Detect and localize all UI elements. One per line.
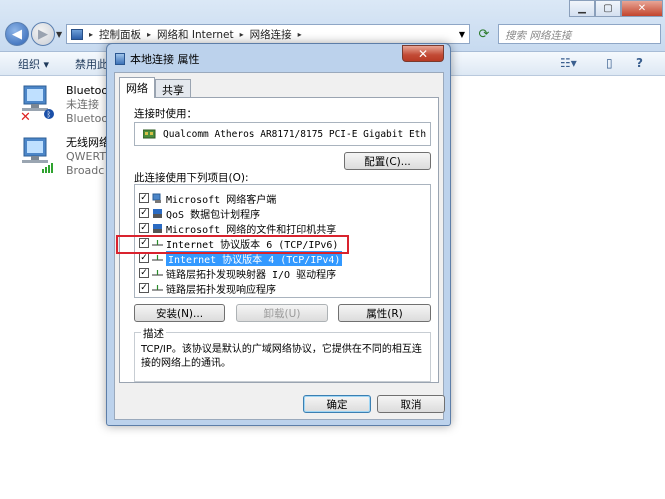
qos-icon <box>152 208 163 219</box>
checkbox[interactable]: ✓ <box>139 283 149 293</box>
connection-text: 无线网络 QWERT Broadc <box>66 136 110 178</box>
window-controls: ▁ ▢ ✕ <box>569 0 663 17</box>
checkbox[interactable]: ✓ <box>139 223 149 233</box>
protocol-icon <box>152 283 163 294</box>
connection-name: Bluetoo <box>66 84 109 97</box>
wireless-adapter-icon <box>22 137 53 173</box>
network-connection-icon <box>115 53 125 65</box>
chevron-right-icon: ▸ <box>297 29 302 39</box>
connection-text: Bluetoo 未连接 Bluetoo <box>66 84 108 126</box>
close-icon: ✕ <box>637 3 647 14</box>
close-window-button[interactable]: ✕ <box>621 0 663 17</box>
tab-sharing[interactable]: 共享 <box>155 79 191 97</box>
item-label: Microsoft 网络的文件和打印机共享 <box>166 224 337 236</box>
close-icon: ✕ <box>417 46 429 61</box>
item-label: Microsoft 网络客户端 <box>166 194 277 206</box>
connection-status: 未连接 <box>66 98 99 111</box>
item-label: 链路层拓扑发现响应程序 <box>166 284 276 296</box>
list-item[interactable]: ✓ Microsoft 网络客户端 <box>139 191 277 206</box>
chevron-right-icon: ▸ <box>147 29 152 39</box>
minimize-button[interactable]: ▁ <box>569 0 595 17</box>
items-label: 此连接使用下列项目(O): <box>134 172 249 184</box>
checkbox[interactable]: ✓ <box>139 208 149 218</box>
properties-button[interactable]: 属性(R) <box>338 304 431 322</box>
nic-icon <box>143 129 156 139</box>
view-options-icon[interactable]: ☷▾ <box>560 56 577 70</box>
help-icon[interactable]: ? <box>636 56 643 70</box>
arrow-right-icon: ▶ <box>38 26 48 42</box>
maximize-button[interactable]: ▢ <box>595 0 621 17</box>
item-label: QoS 数据包计划程序 <box>166 209 261 221</box>
cancel-button[interactable]: 取消 <box>377 395 445 413</box>
tab-networking[interactable]: 网络 <box>119 77 155 98</box>
network-client-icon <box>152 193 163 204</box>
svg-text:ᛒ: ᛒ <box>47 110 52 119</box>
list-item[interactable]: ✓ QoS 数据包计划程序 <box>139 206 261 221</box>
preview-pane-icon[interactable]: ▯ <box>606 56 613 70</box>
checkbox[interactable]: ✓ <box>139 253 149 263</box>
history-dropdown-icon[interactable]: ▼ <box>56 30 62 39</box>
connection-detail: Broadc <box>66 164 105 177</box>
breadcrumb-control-panel[interactable]: 控制面板 <box>99 27 141 42</box>
highlight-annotation <box>116 235 349 254</box>
protocol-icon <box>152 253 163 264</box>
refresh-icon: ⟳ <box>478 26 490 42</box>
item-label: 链路层拓扑发现映射器 I/O 驱动程序 <box>166 269 337 281</box>
connection-detail: Bluetoo <box>66 112 109 125</box>
refresh-button[interactable]: ⟳ <box>474 24 494 44</box>
protocol-icon <box>152 268 163 279</box>
organize-menu[interactable]: 组织 ▾ <box>18 56 49 72</box>
control-panel-icon <box>71 28 83 40</box>
configure-button[interactable]: 配置(C)... <box>344 152 431 170</box>
install-button[interactable]: 安装(N)... <box>134 304 225 322</box>
chevron-right-icon: ▸ <box>239 29 244 39</box>
chevron-right-icon: ▸ <box>89 29 94 39</box>
adapter-name-box: Qualcomm Atheros AR8171/8175 PCI-E Gigab… <box>134 122 431 146</box>
uninstall-button[interactable]: 卸载(U) <box>236 304 328 322</box>
adapter-name: Qualcomm Atheros AR8171/8175 PCI-E Gigab… <box>163 128 427 140</box>
ok-button[interactable]: 确定 <box>303 395 371 413</box>
dialog-title: 本地连接 属性 <box>130 53 200 66</box>
file-share-icon <box>152 223 163 234</box>
checkbox[interactable]: ✓ <box>139 268 149 278</box>
minimize-icon: ▁ <box>578 3 586 14</box>
connection-item-wireless[interactable]: 无线网络 QWERT Broadc <box>18 136 118 180</box>
search-input[interactable]: 搜索 网络连接 <box>498 24 661 44</box>
description-text: TCP/IP。该协议是默认的广域网络协议，它提供在不同的相互连接的网络上的通讯。 <box>141 344 422 369</box>
connection-status: QWERT <box>66 150 107 163</box>
tab-strip: 网络 共享 <box>119 77 191 98</box>
maximize-icon: ▢ <box>603 3 613 14</box>
svg-text:✕: ✕ <box>20 110 31 122</box>
back-button[interactable]: ◀ <box>5 22 29 46</box>
list-item[interactable]: ✓ 链路层拓扑发现映射器 I/O 驱动程序 <box>139 266 337 281</box>
forward-button[interactable]: ▶ <box>31 22 55 46</box>
address-dropdown-icon[interactable]: ▼ <box>454 24 470 44</box>
organize-label: 组织 <box>18 58 40 71</box>
arrow-left-icon: ◀ <box>12 26 22 42</box>
connection-item-bluetooth[interactable]: ✕ ᛒ Bluetoo 未连接 Bluetoo <box>18 84 118 128</box>
address-bar[interactable]: ▸ 控制面板 ▸ 网络和 Internet ▸ 网络连接 ▸ <box>66 24 470 44</box>
connection-name: 无线网络 <box>66 136 110 149</box>
breadcrumb-network-connections[interactable]: 网络连接 <box>250 27 292 42</box>
connect-using-label: 连接时使用： <box>134 108 197 120</box>
list-item[interactable]: ✓ Microsoft 网络的文件和打印机共享 <box>139 221 337 236</box>
description-group: 描述 TCP/IP。该协议是默认的广域网络协议，它提供在不同的相互连接的网络上的… <box>134 326 431 382</box>
breadcrumb-network-internet[interactable]: 网络和 Internet <box>157 27 234 42</box>
network-adapter-icon: ✕ ᛒ <box>20 85 54 122</box>
disable-device-button[interactable]: 禁用此 <box>75 56 108 72</box>
list-item[interactable]: ✓ 链路层拓扑发现响应程序 <box>139 281 276 296</box>
description-label: 描述 <box>141 326 166 341</box>
dialog-close-button[interactable]: ✕ <box>402 45 444 62</box>
dialog-titlebar: 本地连接 属性 <box>115 51 200 67</box>
checkbox[interactable]: ✓ <box>139 193 149 203</box>
